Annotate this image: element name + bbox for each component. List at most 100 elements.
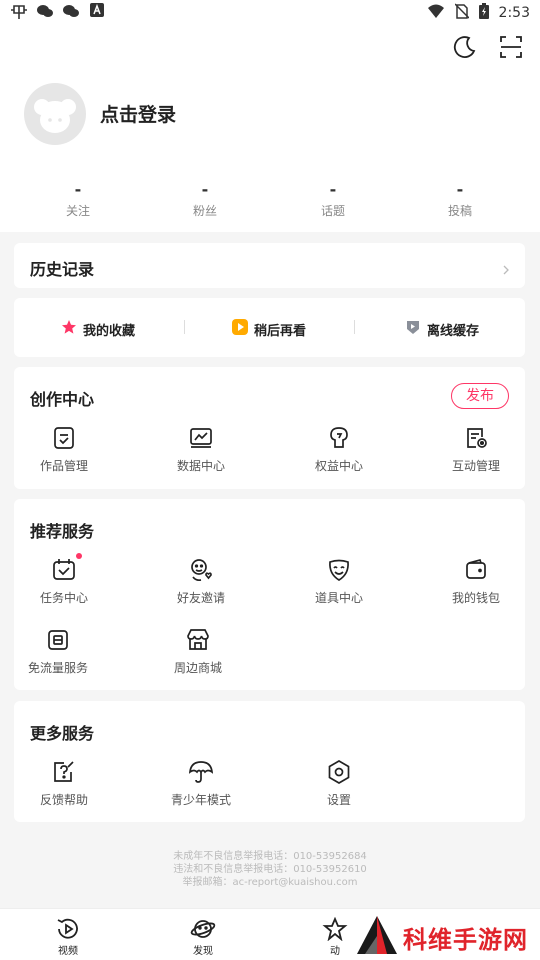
report-footer: 未成年不良信息举报电话：010-53952684 违法和不良信息举报电话：010…: [0, 850, 540, 889]
chevron-right-icon: [501, 260, 511, 275]
wechat-icon: [36, 3, 54, 19]
star-icon: [61, 319, 77, 339]
watermark-logo: 科维手游网: [355, 912, 540, 958]
report-email: 举报邮箱：ac-report@kuaishou.com: [182, 877, 358, 888]
status-time: 2:53: [498, 5, 530, 21]
scan-icon[interactable]: [498, 34, 524, 60]
watch-later-label: 稍后再看: [254, 323, 307, 339]
tab-video[interactable]: 视频: [38, 917, 98, 957]
history-title: 历史记录: [30, 260, 95, 279]
a-icon: [88, 3, 106, 19]
wallet-icon: [463, 557, 489, 583]
dynamic-tab-icon: [322, 916, 348, 942]
wallet-label: 我的钱包: [451, 591, 500, 605]
quick-links: 我的收藏 稍后再看 离线缓存: [14, 298, 525, 357]
tab-discover[interactable]: 发现: [173, 917, 233, 957]
profile-header: 2:53 点击登录 - 关注 - 粉丝 - 话题 - 投稿: [0, 0, 540, 232]
history-row[interactable]: 历史记录: [14, 243, 525, 288]
stat-value: -: [74, 180, 82, 199]
creation-center-card: 创作中心 发布 作品管理 数据中心 权益中心 互动管理: [14, 367, 525, 489]
works-label: 作品管理: [39, 459, 88, 473]
merch-store[interactable]: 周边商城: [148, 627, 248, 676]
feedback-help[interactable]: 反馈帮助: [14, 759, 114, 808]
data-chart-icon: [188, 425, 214, 451]
props-mask-icon: [326, 557, 352, 583]
task-calendar-icon: [51, 553, 82, 583]
rights-center[interactable]: 权益中心: [289, 425, 389, 474]
task-center-label: 任务中心: [39, 591, 88, 605]
feedback-label: 反馈帮助: [39, 793, 88, 807]
settings[interactable]: 设置: [289, 759, 389, 808]
favorites-label: 我的收藏: [83, 323, 136, 339]
invite-friend-icon: [188, 557, 214, 583]
data-center-label: 数据中心: [176, 459, 225, 473]
props-center[interactable]: 道具中心: [289, 557, 389, 606]
watch-later-icon: [232, 319, 248, 339]
stat-posts[interactable]: - 投稿: [415, 180, 505, 219]
more-services-card: 更多服务 反馈帮助 青少年模式 设置: [14, 701, 525, 822]
settings-icon: [326, 759, 352, 785]
avatar[interactable]: [24, 83, 86, 145]
notification-dot: [76, 553, 82, 559]
wifi-icon: [427, 3, 445, 23]
wechat-icon: [62, 3, 80, 19]
free-data-service[interactable]: 免流量服务: [8, 627, 108, 676]
shop-icon: [185, 627, 211, 653]
merch-store-label: 周边商城: [173, 661, 222, 675]
stat-label: 关注: [65, 204, 90, 218]
download-icon: [405, 319, 421, 339]
rights-icon: [326, 425, 352, 451]
teen-mode[interactable]: 青少年模式: [151, 759, 251, 808]
teen-mode-label: 青少年模式: [170, 793, 231, 807]
friend-invite-label: 好友邀请: [176, 591, 225, 605]
stat-value: -: [329, 180, 337, 199]
report-phone-illegal: 违法和不良信息举报电话：010-53952610: [173, 864, 367, 875]
works-icon: [51, 425, 77, 451]
status-left-icons: [10, 3, 106, 19]
props-center-label: 道具中心: [314, 591, 363, 605]
task-center[interactable]: 任务中心: [14, 553, 114, 606]
offline-cache-link[interactable]: 离线缓存: [405, 319, 479, 339]
divider: [184, 320, 185, 334]
offline-cache-label: 离线缓存: [427, 323, 480, 339]
stat-label: 投稿: [447, 204, 472, 218]
interaction-management[interactable]: 互动管理: [426, 425, 526, 474]
stat-value: -: [456, 180, 464, 199]
battery-icon: [478, 3, 489, 23]
creation-title: 创作中心: [30, 390, 95, 409]
watch-later-link[interactable]: 稍后再看: [232, 319, 306, 339]
favorites-link[interactable]: 我的收藏: [61, 319, 135, 339]
bug-icon: [10, 3, 28, 19]
report-phone-minors: 未成年不良信息举报电话：010-53952684: [173, 851, 367, 862]
stat-value: -: [201, 180, 209, 199]
friend-invite[interactable]: 好友邀请: [151, 557, 251, 606]
stat-label: 话题: [320, 204, 345, 218]
status-right-icons: 2:53: [427, 3, 530, 23]
stat-following[interactable]: - 关注: [33, 180, 123, 219]
publish-button[interactable]: 发布: [451, 383, 509, 409]
recommended-services-card: 推荐服务 任务中心 好友邀请 道具中心 我的钱包 免流量服务 周边商城: [14, 499, 525, 690]
interaction-label: 互动管理: [451, 459, 500, 473]
umbrella-icon: [188, 759, 214, 785]
sim-card-icon: [45, 627, 71, 653]
settings-label: 设置: [326, 793, 351, 807]
rights-label: 权益中心: [314, 459, 363, 473]
data-center[interactable]: 数据中心: [151, 425, 251, 474]
stat-label: 粉丝: [192, 204, 217, 218]
my-wallet[interactable]: 我的钱包: [426, 557, 526, 606]
stat-topics[interactable]: - 话题: [288, 180, 378, 219]
more-title: 更多服务: [30, 724, 95, 743]
no-sim-icon: [454, 3, 470, 23]
free-data-label: 免流量服务: [27, 661, 88, 675]
watermark-text: 科维手游网: [403, 926, 528, 954]
interaction-icon: [463, 425, 489, 451]
login-label[interactable]: 点击登录: [100, 100, 176, 127]
tab-discover-label: 发现: [193, 946, 213, 957]
recommended-title: 推荐服务: [30, 522, 95, 541]
moon-icon[interactable]: [452, 34, 478, 60]
stat-fans[interactable]: - 粉丝: [160, 180, 250, 219]
divider: [354, 320, 355, 334]
works-management[interactable]: 作品管理: [14, 425, 114, 474]
tab-video-label: 视频: [58, 946, 78, 957]
planet-tab-icon: [190, 917, 216, 941]
